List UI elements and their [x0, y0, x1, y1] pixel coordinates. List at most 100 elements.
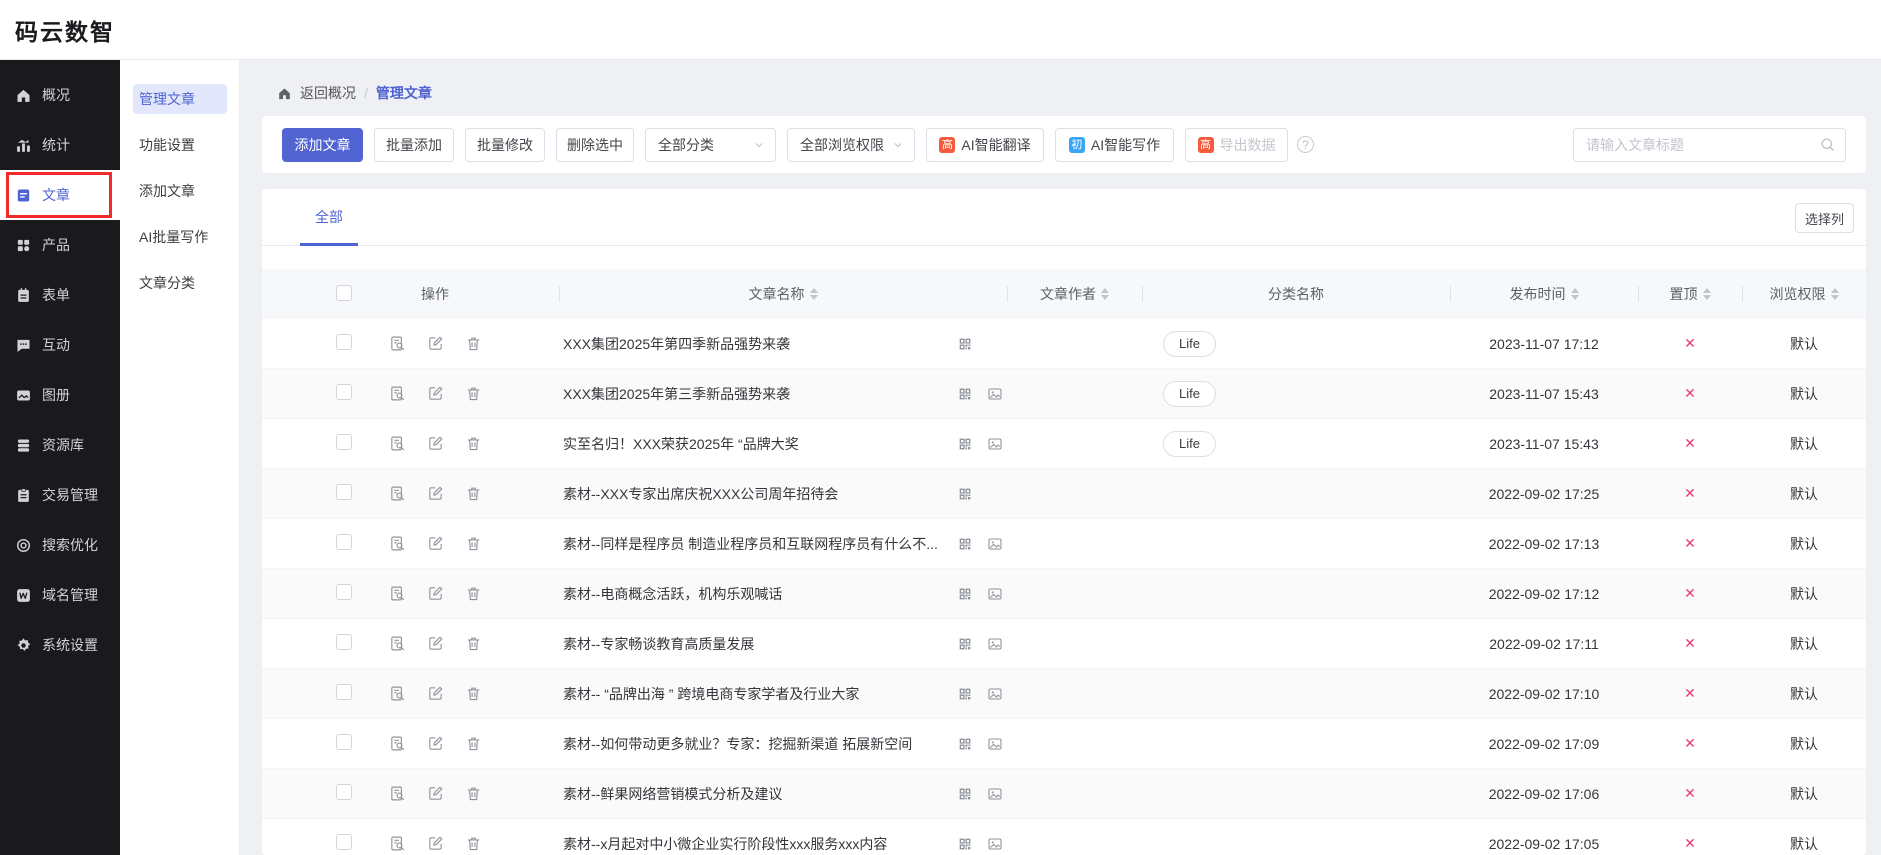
row-checkbox[interactable]: [336, 684, 352, 700]
ai-translate-button[interactable]: 高 AI智能翻译: [926, 127, 1044, 162]
sort-icon[interactable]: [1830, 288, 1839, 300]
qr-icon[interactable]: [957, 836, 973, 852]
row-checkbox[interactable]: [336, 784, 352, 800]
row-checkbox[interactable]: [336, 534, 352, 550]
delete-article-button[interactable]: [465, 635, 482, 652]
not-pinned-x-icon[interactable]: ✕: [1684, 435, 1696, 451]
help-icon[interactable]: ?: [1297, 136, 1314, 153]
batch-edit-button[interactable]: 批量修改: [465, 127, 545, 162]
delete-article-button[interactable]: [465, 335, 482, 352]
select-all-checkbox[interactable]: [336, 284, 352, 301]
header-view-permission[interactable]: 浏览权限: [1742, 269, 1866, 319]
delete-article-button[interactable]: [465, 735, 482, 752]
header-pinned[interactable]: 置顶: [1638, 269, 1742, 319]
edit-article-button[interactable]: [427, 835, 444, 852]
view-article-button[interactable]: [389, 835, 406, 852]
view-article-button[interactable]: [389, 785, 406, 802]
sort-icon[interactable]: [1702, 288, 1711, 300]
sidebar-item-8[interactable]: 交易管理: [0, 470, 120, 520]
edit-article-button[interactable]: [427, 485, 444, 502]
breadcrumb-back-link[interactable]: 返回概况: [300, 83, 356, 103]
submenu-item-1[interactable]: 功能设置: [133, 130, 227, 160]
delete-selected-button[interactable]: 删除选中: [556, 127, 634, 162]
row-checkbox[interactable]: [336, 484, 352, 500]
edit-article-button[interactable]: [427, 585, 444, 602]
edit-article-button[interactable]: [427, 385, 444, 402]
qr-icon[interactable]: [957, 386, 973, 402]
not-pinned-x-icon[interactable]: ✕: [1684, 785, 1696, 801]
image-icon[interactable]: [987, 386, 1003, 402]
not-pinned-x-icon[interactable]: ✕: [1684, 635, 1696, 651]
search-icon[interactable]: [1819, 136, 1836, 153]
sidebar-item-11[interactable]: 系统设置: [0, 620, 120, 670]
not-pinned-x-icon[interactable]: ✕: [1684, 385, 1696, 401]
sidebar-item-1[interactable]: 统计: [0, 120, 120, 170]
not-pinned-x-icon[interactable]: ✕: [1684, 835, 1696, 851]
view-article-button[interactable]: [389, 735, 406, 752]
qr-icon[interactable]: [957, 486, 973, 502]
row-checkbox[interactable]: [336, 734, 352, 750]
article-title[interactable]: 素材--x月起对中小微企业实行阶段性xxx服务xxx内容: [563, 834, 957, 854]
not-pinned-x-icon[interactable]: ✕: [1684, 735, 1696, 751]
qr-icon[interactable]: [957, 736, 973, 752]
qr-icon[interactable]: [957, 436, 973, 452]
sidebar-item-10[interactable]: 域名管理: [0, 570, 120, 620]
view-article-button[interactable]: [389, 635, 406, 652]
image-icon[interactable]: [987, 686, 1003, 702]
view-article-button[interactable]: [389, 435, 406, 452]
view-article-button[interactable]: [389, 385, 406, 402]
image-icon[interactable]: [987, 586, 1003, 602]
edit-article-button[interactable]: [427, 635, 444, 652]
submenu-item-2[interactable]: 添加文章: [133, 176, 227, 206]
add-article-button[interactable]: 添加文章: [282, 127, 363, 162]
qr-icon[interactable]: [957, 336, 973, 352]
batch-add-button[interactable]: 批量添加: [374, 127, 454, 162]
article-title[interactable]: XXX集团2025年第三季新品强势来袭: [563, 384, 957, 404]
ai-write-button[interactable]: 初 AI智能写作: [1055, 127, 1174, 162]
article-title[interactable]: XXX集团2025年第四季新品强势来袭: [563, 334, 957, 354]
column-select-button[interactable]: 选择列: [1795, 203, 1854, 233]
image-icon[interactable]: [987, 836, 1003, 852]
tab-all[interactable]: 全部: [300, 189, 358, 246]
row-checkbox[interactable]: [336, 384, 352, 400]
edit-article-button[interactable]: [427, 685, 444, 702]
qr-icon[interactable]: [957, 586, 973, 602]
article-title[interactable]: 素材--XXX专家出席庆祝XXX公司周年招待会: [563, 484, 957, 504]
delete-article-button[interactable]: [465, 585, 482, 602]
delete-article-button[interactable]: [465, 785, 482, 802]
delete-article-button[interactable]: [465, 835, 482, 852]
article-title[interactable]: 素材--专家畅谈教育高质量发展: [563, 634, 957, 654]
permission-filter-select[interactable]: 全部浏览权限: [787, 127, 915, 162]
edit-article-button[interactable]: [427, 435, 444, 452]
search-input[interactable]: [1573, 127, 1846, 162]
sidebar-item-5[interactable]: 互动: [0, 320, 120, 370]
row-checkbox[interactable]: [336, 634, 352, 650]
article-title[interactable]: 素材--如何带动更多就业？专家：挖掘新渠道 拓展新空间: [563, 734, 957, 754]
sidebar-item-3[interactable]: 产品: [0, 220, 120, 270]
delete-article-button[interactable]: [465, 385, 482, 402]
article-title[interactable]: 素材--鲜果网络营销模式分析及建议: [563, 784, 957, 804]
not-pinned-x-icon[interactable]: ✕: [1684, 485, 1696, 501]
article-title[interactable]: 素材-- “品牌出海 ” 跨境电商专家学者及行业大家: [563, 684, 957, 704]
edit-article-button[interactable]: [427, 535, 444, 552]
image-icon[interactable]: [987, 736, 1003, 752]
image-icon[interactable]: [987, 786, 1003, 802]
header-author[interactable]: 文章作者: [1007, 269, 1142, 319]
row-checkbox[interactable]: [336, 584, 352, 600]
sidebar-item-4[interactable]: 表单: [0, 270, 120, 320]
sort-icon[interactable]: [1570, 288, 1579, 300]
edit-article-button[interactable]: [427, 735, 444, 752]
export-data-button[interactable]: 高 导出数据: [1185, 127, 1288, 162]
edit-article-button[interactable]: [427, 785, 444, 802]
qr-icon[interactable]: [957, 536, 973, 552]
row-checkbox[interactable]: [336, 334, 352, 350]
image-icon[interactable]: [987, 636, 1003, 652]
delete-article-button[interactable]: [465, 435, 482, 452]
not-pinned-x-icon[interactable]: ✕: [1684, 685, 1696, 701]
view-article-button[interactable]: [389, 335, 406, 352]
qr-icon[interactable]: [957, 786, 973, 802]
sidebar-item-0[interactable]: 概况: [0, 70, 120, 120]
view-article-button[interactable]: [389, 485, 406, 502]
submenu-item-3[interactable]: AI批量写作: [133, 222, 227, 252]
sidebar-item-7[interactable]: 资源库: [0, 420, 120, 470]
